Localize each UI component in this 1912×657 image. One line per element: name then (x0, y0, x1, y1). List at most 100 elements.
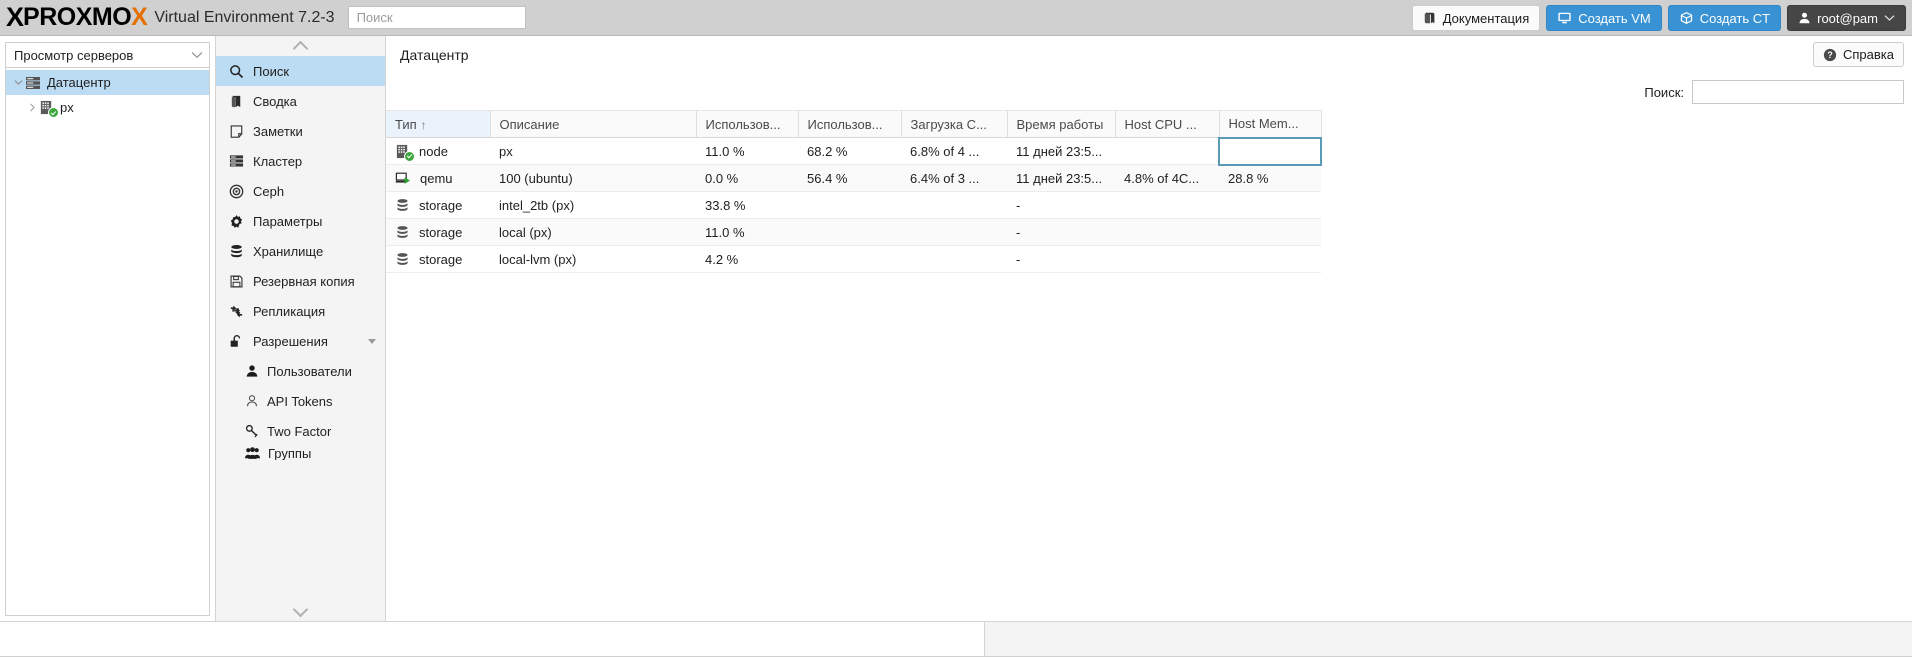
chevron-down-icon (191, 51, 203, 59)
table-search-bar: Поиск: (386, 74, 1912, 110)
resource-table: Тип ↑ Описание Использов... Использов... … (386, 110, 1322, 273)
cell-host-mem (1219, 218, 1321, 246)
nav-item-list: Поиск Сводка Заметки Кластер Ceph Параме… (216, 56, 385, 601)
cell-usage-2: 68.2 % (798, 137, 901, 165)
nav-item-ceph[interactable]: Ceph (216, 176, 385, 206)
breadcrumb: Датацентр (400, 46, 469, 63)
nav-item-search-label: Поиск (253, 63, 290, 79)
cell-host-mem: 28.8 % (1219, 164, 1321, 192)
nav-item-groups[interactable]: Группы (216, 446, 385, 460)
cell-usage-1: 0.0 % (696, 164, 798, 192)
cell-type: node (386, 137, 490, 165)
column-header-cpu-load[interactable]: Загрузка С... (901, 110, 1008, 138)
column-header-uptime[interactable]: Время работы (1007, 110, 1116, 138)
storage-icon (395, 198, 410, 213)
nav-item-api-tokens[interactable]: API Tokens (216, 386, 385, 416)
nav-item-summary-label: Сводка (253, 93, 297, 109)
nav-item-ceph-label: Ceph (253, 183, 285, 199)
nav-item-search[interactable]: Поиск (216, 56, 385, 86)
table-row[interactable]: storage intel_2tb (px) 33.8 % - (386, 191, 1321, 219)
tree-item-node-px-label: px (60, 100, 74, 115)
floppy-icon (229, 274, 244, 289)
nav-item-two-factor-label: Two Factor (267, 423, 332, 439)
content-area: Датацентр ? Справка Поиск: Тип ↑ Описани… (386, 36, 1912, 621)
storage-icon (395, 252, 410, 267)
cell-host-mem (1219, 245, 1321, 273)
nav-item-storage[interactable]: Хранилище (216, 236, 385, 266)
user-icon (245, 364, 259, 378)
tree-item-list: Датацентр px (6, 68, 209, 120)
nav-scroll-up-button[interactable] (216, 36, 385, 56)
nav-item-notes-label: Заметки (253, 123, 303, 139)
nav-item-backup[interactable]: Резервная копия (216, 266, 385, 296)
chevron-right-icon[interactable] (26, 103, 39, 112)
global-search-box[interactable] (347, 6, 526, 29)
user-menu-label: root@pam (1817, 10, 1878, 26)
column-header-type[interactable]: Тип ↑ (386, 110, 491, 138)
create-ct-button[interactable]: Создать CT (1667, 5, 1782, 31)
cell-type: storage (386, 218, 490, 246)
datacenter-icon (25, 76, 41, 90)
sort-ascending-icon: ↑ (420, 117, 427, 132)
help-button[interactable]: ? Справка (1813, 42, 1904, 67)
user-menu-button[interactable]: root@pam (1787, 5, 1906, 31)
header-actions: Документация Создать VM Создать CT root@… (1411, 0, 1906, 36)
nav-item-permissions[interactable]: Разрешения (216, 326, 385, 356)
chevron-down-icon[interactable] (12, 79, 25, 86)
tree-item-node-px[interactable]: px (6, 95, 209, 120)
cell-description: px (490, 137, 696, 165)
cell-cpu-load (901, 191, 1007, 219)
nav-item-replication-label: Репликация (253, 303, 326, 319)
top-header-bar: X PROXMOX Virtual Environment 7.2-3 Доку… (0, 0, 1912, 36)
node-icon (395, 144, 415, 162)
table-row[interactable]: storage local-lvm (px) 4.2 % - (386, 245, 1321, 273)
ceph-icon (229, 184, 244, 199)
cell-usage-1: 11.0 % (696, 218, 798, 246)
view-selector[interactable]: Просмотр серверов (6, 43, 209, 68)
create-ct-label: Создать CT (1699, 10, 1771, 26)
cell-host-cpu (1115, 137, 1219, 165)
nav-item-two-factor[interactable]: Two Factor (216, 416, 385, 446)
tree-item-datacenter[interactable]: Датацентр (6, 70, 209, 95)
cell-host-mem[interactable] (1218, 136, 1322, 166)
nav-item-api-tokens-label: API Tokens (267, 393, 333, 409)
book-icon (229, 94, 244, 109)
qemu-icon (395, 171, 411, 186)
column-header-usage-1[interactable]: Использов... (696, 110, 799, 138)
nav-item-groups-label: Группы (268, 446, 312, 460)
column-header-description[interactable]: Описание (490, 110, 697, 138)
table-row[interactable]: storage local (px) 11.0 % - (386, 218, 1321, 246)
nav-item-cluster[interactable]: Кластер (216, 146, 385, 176)
table-search-input[interactable] (1692, 80, 1904, 104)
box-icon (1679, 11, 1694, 25)
nav-scroll-down-button[interactable] (216, 601, 385, 621)
chevron-down-icon[interactable] (368, 338, 376, 344)
create-vm-button[interactable]: Создать VM (1546, 5, 1662, 31)
status-online-badge (404, 150, 415, 162)
table-row[interactable]: qemu 100 (ubuntu) 0.0 % 56.4 % 6.4% of 3… (386, 164, 1321, 192)
nav-item-notes[interactable]: Заметки (216, 116, 385, 146)
group-icon (245, 446, 260, 460)
table-row[interactable]: node px 11.0 % 68.2 % 6.8% of 4 ... 11 д… (386, 136, 1322, 166)
global-search-input[interactable] (354, 9, 519, 26)
nav-item-summary[interactable]: Сводка (216, 86, 385, 116)
cell-host-cpu (1115, 218, 1219, 246)
nav-item-replication[interactable]: Репликация (216, 296, 385, 326)
nav-item-options[interactable]: Параметры (216, 206, 385, 236)
cell-cpu-load: 6.4% of 3 ... (901, 164, 1007, 192)
column-header-usage-2[interactable]: Использов... (798, 110, 902, 138)
cell-uptime: - (1007, 218, 1115, 246)
cell-uptime: 11 дней 23:5... (1007, 164, 1115, 192)
cell-description: intel_2tb (px) (490, 191, 696, 219)
column-header-host-cpu[interactable]: Host CPU ... (1115, 110, 1220, 138)
documentation-button[interactable]: Документация (1411, 5, 1541, 31)
cell-host-mem (1219, 191, 1321, 219)
cell-type-label: storage (419, 197, 463, 213)
bottom-log-panel (0, 621, 1912, 656)
nav-item-users[interactable]: Пользователи (216, 356, 385, 386)
column-header-type-label: Тип (395, 116, 417, 132)
cell-uptime: - (1007, 191, 1115, 219)
cell-type-label: qemu (420, 170, 453, 186)
logo-x-left: X (6, 2, 24, 32)
column-header-host-mem[interactable]: Host Mem... (1219, 110, 1322, 138)
